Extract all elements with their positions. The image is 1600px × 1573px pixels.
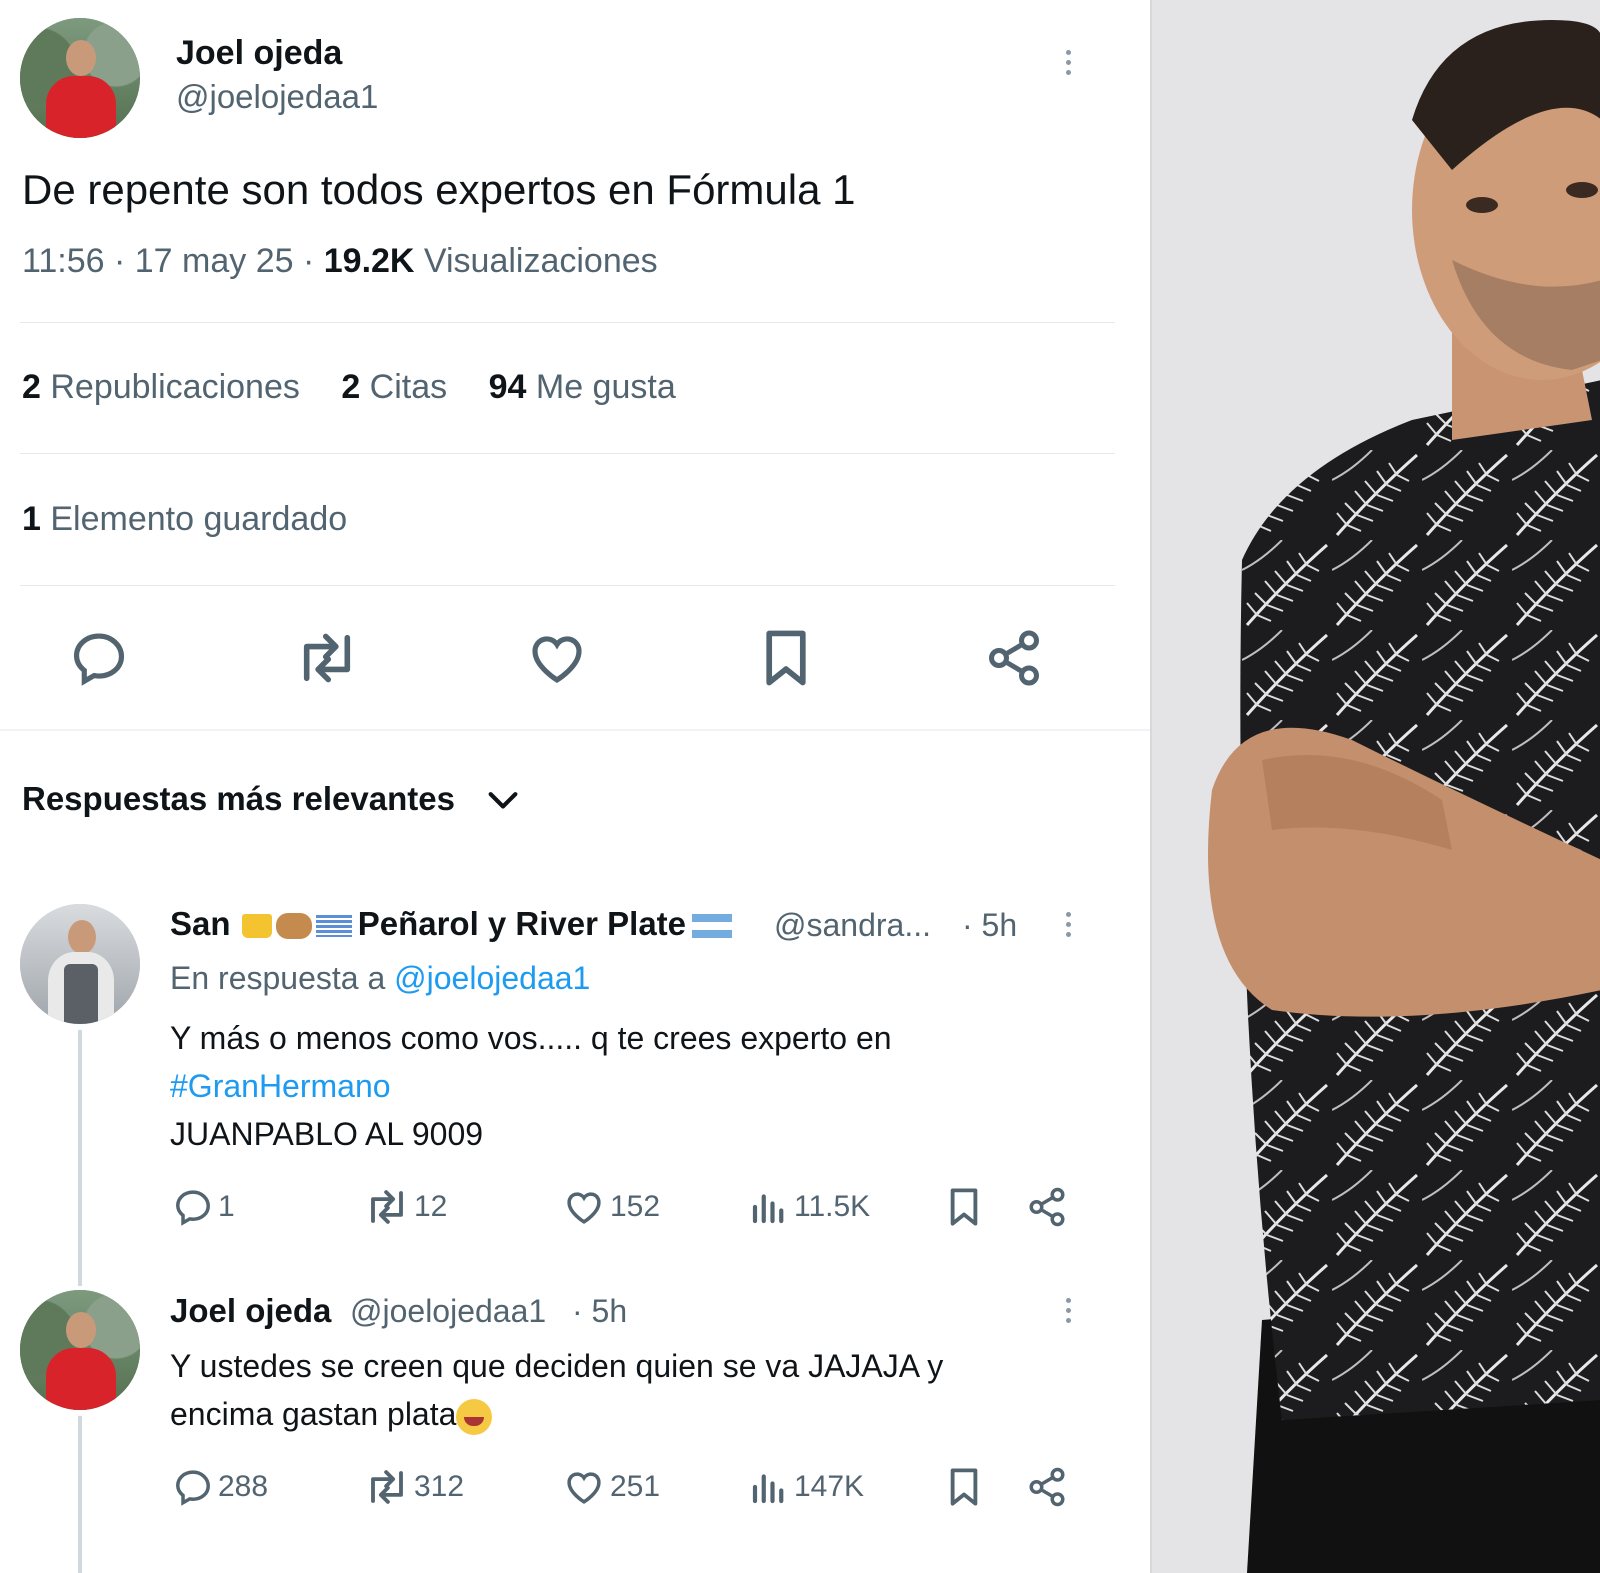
crown-emoji-icon bbox=[241, 914, 272, 939]
chevron-down-icon bbox=[486, 782, 520, 820]
reply-text: Y más o menos como vos..... q te crees e… bbox=[170, 1020, 892, 1152]
section-separator bbox=[0, 729, 1150, 731]
dog-emoji-icon bbox=[275, 913, 312, 940]
share-icon bbox=[1029, 1187, 1065, 1227]
reply-like-button[interactable]: 152 bbox=[562, 1186, 660, 1228]
share-icon[interactable] bbox=[984, 627, 1044, 689]
saved-stat[interactable]: 1 Elemento guardado bbox=[22, 500, 347, 539]
repost-icon[interactable] bbox=[294, 627, 360, 689]
hashtag-link[interactable]: #GranHermano bbox=[170, 1062, 892, 1110]
analytics-icon bbox=[752, 1194, 784, 1224]
repost-icon bbox=[371, 1470, 403, 1504]
reply-author-handle[interactable]: @sandra... bbox=[774, 907, 931, 944]
reply-avatar[interactable] bbox=[20, 1290, 140, 1410]
heart-icon bbox=[567, 1192, 601, 1224]
tweet-text: De repente son todos expertos en Fórmula… bbox=[22, 166, 856, 213]
reply-comment-button[interactable]: 1 bbox=[172, 1186, 235, 1228]
reply-to-link[interactable]: @joelojedaa1 bbox=[394, 960, 590, 996]
more-options-icon[interactable] bbox=[1066, 50, 1074, 80]
share-icon bbox=[1029, 1467, 1065, 1507]
reply-views-button[interactable]: 147K bbox=[748, 1466, 864, 1508]
repost-icon bbox=[371, 1190, 403, 1224]
analytics-icon bbox=[752, 1474, 784, 1504]
reply-share-button[interactable] bbox=[1026, 1186, 1072, 1228]
reply-bookmark-button[interactable] bbox=[944, 1466, 988, 1508]
like-icon[interactable] bbox=[526, 627, 588, 689]
views-label: Visualizaciones bbox=[414, 242, 658, 280]
likes-stat[interactable]: 94 Me gusta bbox=[489, 368, 676, 406]
divider bbox=[20, 322, 1115, 323]
views-count: 19.2K bbox=[323, 242, 415, 280]
quotes-stat[interactable]: 2 Citas bbox=[341, 368, 447, 406]
more-options-icon[interactable] bbox=[1066, 912, 1074, 942]
tweet-panel: Joel ojeda @joelojedaa1 De repente son t… bbox=[0, 0, 1150, 1573]
argentina-flag-icon bbox=[692, 914, 733, 939]
reply-context: En respuesta a @joelojedaa1 bbox=[170, 960, 591, 996]
reply-text: Y ustedes se creen que deciden quien se … bbox=[170, 1342, 943, 1438]
person-photo-illustration bbox=[1152, 0, 1600, 1573]
reply-time[interactable]: · 5h bbox=[572, 1293, 627, 1330]
reply-author-name[interactable]: Joel ojeda bbox=[170, 1292, 331, 1330]
reply-repost-button[interactable]: 312 bbox=[364, 1466, 464, 1508]
reply-repost-button[interactable]: 12 bbox=[364, 1186, 447, 1228]
thread-line bbox=[78, 1030, 82, 1286]
tweet-time[interactable]: 11:56 · 17 may 25 · bbox=[22, 242, 324, 280]
reply-avatar[interactable] bbox=[20, 904, 140, 1024]
reply-time[interactable]: · 5h bbox=[962, 907, 1017, 944]
replies-sort-dropdown[interactable]: Respuestas más relevantes bbox=[22, 780, 520, 820]
thread-line bbox=[78, 1416, 82, 1573]
more-options-icon[interactable] bbox=[1066, 1298, 1074, 1328]
reply-views-button[interactable]: 11.5K bbox=[748, 1186, 870, 1228]
divider bbox=[20, 453, 1115, 454]
reply-author-handle[interactable]: @joelojedaa1 bbox=[350, 1293, 546, 1330]
laughing-emoji-icon bbox=[456, 1398, 493, 1435]
author-handle[interactable]: @joelojedaa1 bbox=[176, 78, 378, 116]
reply-comment-button[interactable]: 288 bbox=[172, 1466, 268, 1508]
tweet-stats: 2 Republicaciones 2 Citas 94 Me gusta bbox=[22, 368, 708, 407]
heart-icon bbox=[567, 1472, 601, 1504]
comment-icon bbox=[176, 1190, 210, 1226]
reply-share-button[interactable] bbox=[1026, 1466, 1072, 1508]
author-avatar[interactable] bbox=[20, 18, 140, 138]
reply-author-name[interactable]: San Peñarol y River Plate bbox=[170, 905, 738, 943]
reply-like-button[interactable]: 251 bbox=[562, 1466, 660, 1508]
bookmark-icon[interactable] bbox=[758, 627, 814, 689]
reply-bookmark-button[interactable] bbox=[944, 1186, 988, 1228]
bookmark-icon bbox=[950, 1188, 978, 1226]
comment-icon bbox=[176, 1470, 210, 1506]
reply-icon[interactable] bbox=[68, 627, 130, 689]
divider bbox=[20, 585, 1115, 586]
reposts-stat[interactable]: 2 Republicaciones bbox=[22, 368, 300, 406]
bookmark-icon bbox=[950, 1468, 978, 1506]
tweet-meta: 11:56 · 17 may 25 · 19.2K Visualizacione… bbox=[22, 242, 658, 281]
author-name[interactable]: Joel ojeda bbox=[176, 34, 342, 73]
uruguay-flag-icon bbox=[315, 915, 352, 938]
person-photo bbox=[1150, 0, 1600, 1573]
